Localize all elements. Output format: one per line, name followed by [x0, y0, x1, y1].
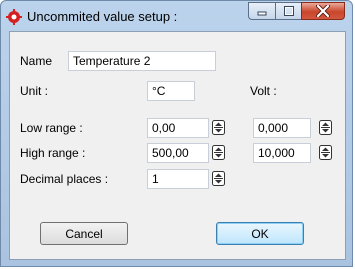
name-label: Name — [20, 54, 53, 68]
low-range-spin-icon[interactable] — [212, 120, 225, 135]
maximize-icon — [283, 6, 294, 16]
decimal-places-field[interactable]: 1 — [147, 169, 209, 189]
minimize-button[interactable] — [248, 2, 275, 20]
low-range-volt-spin-icon[interactable] — [319, 120, 332, 135]
high-range-label: High range : — [20, 146, 86, 160]
high-range-volt-spin-icon[interactable] — [319, 145, 332, 160]
close-button[interactable] — [301, 2, 345, 20]
dialog-body: Name Temperature 2 Unit : °C Volt : Low … — [9, 31, 346, 260]
low-range-label: Low range : — [20, 121, 83, 135]
caption-buttons — [248, 2, 345, 21]
ok-button[interactable]: OK — [216, 222, 304, 245]
maximize-button[interactable] — [275, 2, 301, 20]
decimal-places-label: Decimal places : — [20, 172, 109, 186]
unit-label: Unit : — [20, 84, 49, 98]
name-field[interactable]: Temperature 2 — [68, 51, 216, 71]
high-range-field[interactable]: 500,00 — [147, 143, 209, 163]
window-title: Uncommited value setup : — [27, 9, 178, 24]
high-range-volt-field[interactable]: 10,000 — [253, 143, 311, 163]
cancel-button[interactable]: Cancel — [40, 222, 128, 245]
low-range-volt-field[interactable]: 0,000 — [253, 118, 311, 138]
volt-label: Volt : — [250, 84, 277, 98]
minimize-icon — [257, 11, 267, 16]
close-icon — [316, 5, 330, 17]
dialog-window: Uncommited value setup : Name Temperatur… — [0, 0, 353, 267]
high-range-spin-icon[interactable] — [212, 145, 225, 160]
low-range-field[interactable]: 0,00 — [147, 118, 209, 138]
decimal-places-spin-icon[interactable] — [212, 171, 225, 186]
title-bar[interactable]: Uncommited value setup : — [1, 1, 352, 31]
crosshair-icon — [6, 9, 22, 25]
unit-field[interactable]: °C — [147, 81, 195, 101]
